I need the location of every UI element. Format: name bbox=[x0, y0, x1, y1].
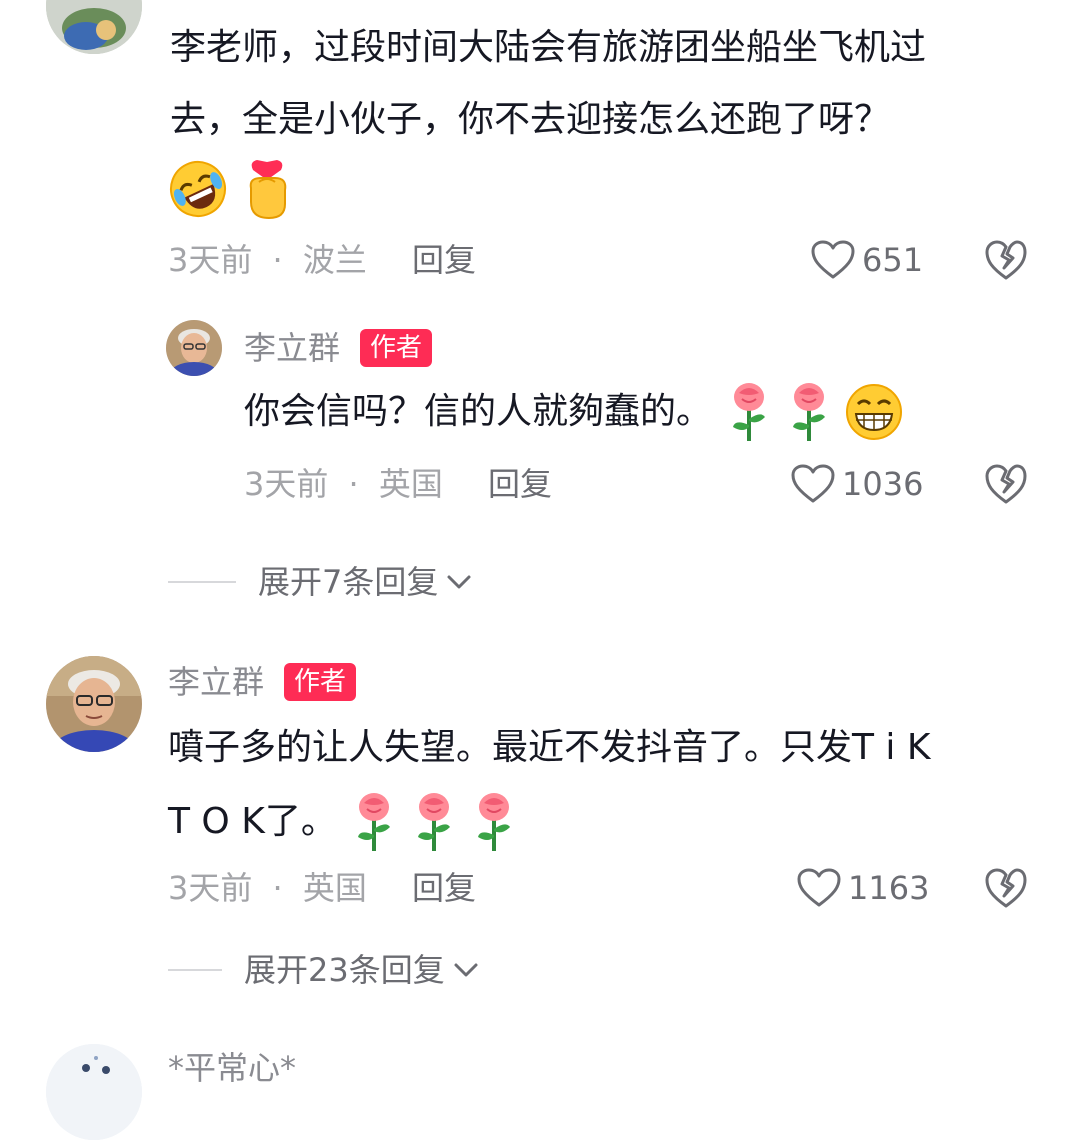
reply-text-row: 你会信吗？信的人就夠蠢的。 bbox=[244, 376, 904, 448]
separator: · bbox=[272, 241, 283, 279]
like-count: 651 bbox=[862, 241, 924, 279]
divider bbox=[168, 581, 236, 583]
expand-replies-button[interactable]: 展开7条回复 bbox=[168, 560, 474, 604]
reply-time: 3天前 bbox=[244, 465, 329, 503]
like-count: 1163 bbox=[848, 869, 930, 907]
grinning-emoji bbox=[846, 384, 903, 440]
reply-location: 英国 bbox=[378, 465, 443, 503]
broken-heart-icon[interactable] bbox=[984, 462, 1028, 506]
like-button[interactable]: 651 bbox=[810, 236, 923, 284]
comment-location: 英国 bbox=[302, 869, 367, 907]
reply-button[interactable]: 回复 bbox=[412, 868, 476, 908]
author-username[interactable]: 李立群 bbox=[244, 328, 340, 368]
author-badge: 作者 bbox=[360, 329, 433, 367]
author-badge: 作者 bbox=[284, 663, 357, 701]
expand-replies-button[interactable]: 展开23条回复 bbox=[168, 948, 481, 992]
expand-replies-label: 展开23条回复 bbox=[244, 951, 445, 989]
divider bbox=[168, 969, 222, 971]
comment-time: 3天前 bbox=[168, 241, 253, 279]
reply-button[interactable]: 回复 bbox=[488, 464, 552, 504]
separator: · bbox=[348, 465, 359, 503]
expand-replies-label: 展开7条回复 bbox=[258, 563, 439, 601]
comment-meta: 3天前 · 英国 bbox=[168, 868, 367, 908]
comment-location: 波兰 bbox=[302, 241, 367, 279]
heart-outline-icon bbox=[811, 240, 855, 279]
reply-meta: 3天前 · 英国 bbox=[244, 464, 443, 504]
comment-text: 去，全是小伙子，你不去迎接怎么还跑了呀？ bbox=[170, 99, 891, 140]
reply-button[interactable]: 回复 bbox=[412, 240, 476, 280]
finger-heart-emoji bbox=[249, 160, 287, 220]
like-count: 1036 bbox=[842, 465, 924, 503]
rose-emoji bbox=[733, 383, 766, 441]
rose-emoji bbox=[417, 793, 450, 851]
reply-text: 你会信吗？信的人就夠蠢的。 bbox=[244, 391, 713, 432]
rose-emoji bbox=[793, 383, 826, 441]
like-button[interactable]: 1163 bbox=[796, 864, 929, 912]
comment-emojis bbox=[168, 158, 293, 220]
username[interactable]: *平常心* bbox=[168, 1048, 296, 1088]
separator: · bbox=[272, 869, 283, 907]
broken-heart-icon[interactable] bbox=[984, 866, 1028, 910]
chevron-down-icon bbox=[454, 963, 478, 977]
like-button[interactable]: 1036 bbox=[790, 460, 923, 508]
author-avatar[interactable] bbox=[46, 656, 142, 752]
comment-text: 李老师，过段时间大陆会有旅游团坐船坐飞机过 bbox=[170, 27, 927, 68]
comment-text: 噴子多的让人失望。最近不发抖音了。只发T i K bbox=[168, 727, 931, 768]
chevron-down-icon bbox=[447, 575, 471, 589]
user-avatar[interactable] bbox=[46, 1044, 142, 1140]
comment-time: 3天前 bbox=[168, 869, 253, 907]
comment-text: T O K了。 bbox=[168, 801, 337, 842]
rose-emoji bbox=[357, 793, 390, 851]
comment-text-row: T O K了。 bbox=[168, 786, 519, 858]
heart-outline-icon bbox=[791, 464, 835, 503]
broken-heart-icon[interactable] bbox=[984, 238, 1028, 282]
author-username[interactable]: 李立群 bbox=[168, 662, 264, 702]
heart-outline-icon bbox=[797, 868, 841, 907]
author-avatar[interactable] bbox=[166, 320, 222, 376]
rolling-laughing-emoji bbox=[170, 161, 226, 217]
user-avatar[interactable] bbox=[46, 0, 142, 54]
comment-meta: 3天前 · 波兰 bbox=[168, 240, 367, 280]
rose-emoji bbox=[477, 793, 510, 851]
